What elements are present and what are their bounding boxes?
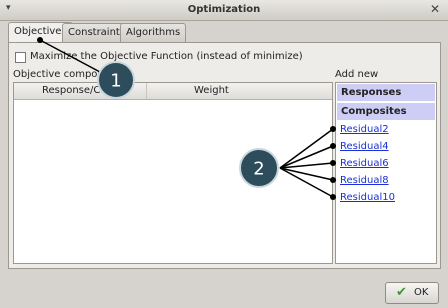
tab-algorithms[interactable]: Algorithms xyxy=(120,23,187,42)
table-header: Response/Co Weight xyxy=(14,83,332,100)
maximize-label: Maximize the Objective Function (instead… xyxy=(30,51,303,62)
optimization-window: ▾ Optimization ✕ Objectives Constraints … xyxy=(0,0,448,308)
ok-button[interactable]: ✔ OK xyxy=(385,282,439,304)
column-header-weight[interactable]: Weight xyxy=(194,85,229,96)
objective-components-label: Objective componer xyxy=(13,69,115,80)
ok-label: OK xyxy=(414,287,429,298)
composites-header-label: Composites xyxy=(341,106,407,117)
objective-components-table[interactable]: Response/Co Weight xyxy=(13,82,333,264)
composites-header[interactable]: Composites xyxy=(337,103,435,120)
close-icon[interactable]: ✕ xyxy=(430,2,440,16)
window-title: Optimization xyxy=(187,4,261,15)
responses-header[interactable]: Responses xyxy=(337,84,435,101)
maximize-checkbox[interactable] xyxy=(15,52,26,63)
title-bar[interactable]: ▾ Optimization ✕ xyxy=(0,0,448,21)
add-new-label: Add new xyxy=(335,69,379,80)
residual8-link[interactable]: Residual8 xyxy=(340,175,389,186)
residual2-link[interactable]: Residual2 xyxy=(340,124,389,135)
responses-header-label: Responses xyxy=(341,87,402,98)
add-new-list: Responses Composites Residual2 Residual4… xyxy=(335,82,437,264)
residual4-link[interactable]: Residual4 xyxy=(340,141,389,152)
objectives-panel: Maximize the Objective Function (instead… xyxy=(8,42,441,269)
residual10-link[interactable]: Residual10 xyxy=(340,192,395,203)
check-icon: ✔ xyxy=(396,285,407,300)
column-divider xyxy=(146,83,147,99)
column-header-response[interactable]: Response/Co xyxy=(42,85,107,96)
residual6-link[interactable]: Residual6 xyxy=(340,158,389,169)
